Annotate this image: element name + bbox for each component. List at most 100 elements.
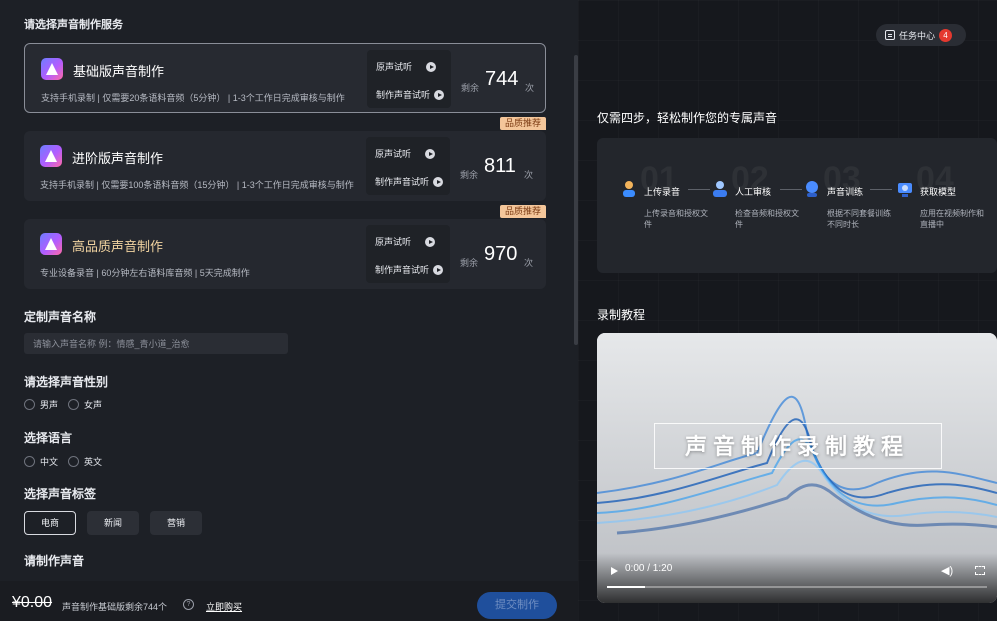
buy-now-link[interactable]: 立即购买	[206, 600, 242, 613]
submit-button[interactable]: 提交制作	[477, 592, 557, 619]
remain-unit: 次	[525, 83, 535, 93]
quality-badge: 品质推荐	[499, 117, 546, 130]
step-name: 获取模型	[920, 187, 957, 197]
original-listen-button[interactable]: 原声试听	[375, 147, 436, 160]
service-section-title: 请选择声音制作服务	[24, 19, 123, 31]
language-options: 中文 英文	[24, 455, 102, 468]
step-name: 上传录音	[644, 187, 681, 197]
remain-label: 剩余	[460, 170, 479, 180]
remain-unit: 次	[524, 258, 534, 268]
tag-section-title: 选择声音标签	[24, 487, 97, 501]
video-progress-track[interactable]	[607, 586, 987, 588]
tag-ecommerce-button[interactable]: 电商	[24, 511, 76, 535]
remain-label: 剩余	[461, 83, 480, 93]
play-icon	[433, 177, 444, 187]
original-listen-button[interactable]: 原声试听	[375, 235, 436, 248]
steps-heading: 仅需四步，轻松制作您的专属声音	[597, 111, 778, 125]
play-icon	[426, 62, 437, 72]
play-icon	[425, 149, 436, 159]
remain-unit: 次	[524, 170, 534, 180]
service-desc: 专业设备录音 | 60分钟左右语料库音频 | 5天完成制作	[40, 268, 250, 278]
video-progress-fill	[607, 586, 645, 588]
step-name: 人工审核	[735, 187, 772, 197]
service-title: 高品质声音制作	[72, 239, 164, 254]
video-controls	[597, 553, 997, 603]
sample-listen-label: 制作声音试听	[375, 177, 430, 187]
sample-listen-label: 制作声音试听	[376, 90, 431, 100]
model-icon	[898, 183, 912, 197]
voice-app-icon	[41, 58, 63, 80]
tutorial-heading: 录制教程	[597, 308, 646, 322]
task-count-badge: 4	[939, 28, 953, 42]
sample-listen-label: 制作声音试听	[375, 265, 430, 275]
voice-name-input[interactable]	[24, 333, 288, 354]
name-section-title: 定制声音名称	[24, 310, 97, 324]
task-list-icon	[885, 30, 895, 40]
original-listen-button[interactable]: 原声试听	[376, 60, 437, 73]
service-card-basic[interactable]: 基础版声音制作 支持手机录制 | 仅需要20条语料音频（5分钟） | 1-3个工…	[24, 43, 546, 113]
service-card-premium[interactable]: 品质推荐 高品质声音制作 专业设备录音 | 60分钟左右语料库音频 | 5天完成…	[24, 205, 546, 289]
price: ¥0.00	[12, 594, 53, 611]
make-section-title: 请制作声音	[24, 554, 85, 568]
play-icon	[433, 265, 444, 275]
language-english-label: 英文	[84, 457, 103, 467]
original-listen-label: 原声试听	[375, 237, 412, 247]
step-name: 声音训练	[827, 187, 864, 197]
steps-card	[597, 138, 997, 273]
scrollbar[interactable]	[574, 55, 578, 345]
radio-circle-icon	[68, 399, 80, 410]
step-desc: 上传录音和授权文件	[644, 209, 708, 229]
fullscreen-icon[interactable]	[975, 566, 985, 575]
gender-female-label: 女声	[84, 400, 103, 410]
original-listen-label: 原声试听	[376, 62, 413, 72]
step-connector	[870, 189, 892, 190]
gender-section-title: 请选择声音性别	[24, 375, 109, 389]
language-chinese-radio[interactable]: 中文	[24, 455, 58, 468]
gender-male-label: 男声	[40, 400, 59, 410]
step-desc: 根据不同套餐训练不同时长	[827, 209, 891, 229]
remain-label: 剩余	[460, 258, 479, 268]
sample-listen-button[interactable]: 制作声音试听	[375, 263, 444, 276]
service-actions: 原声试听 制作声音试听	[366, 137, 450, 195]
voice-app-icon	[40, 233, 62, 255]
quota-note: 声音制作基础版剩余744个	[62, 602, 168, 612]
sample-listen-button[interactable]: 制作声音试听	[375, 175, 444, 188]
language-section-title: 选择语言	[24, 431, 73, 445]
video-title: 声音制作录制教程	[684, 434, 909, 459]
original-listen-label: 原声试听	[375, 149, 412, 159]
play-icon	[434, 90, 445, 100]
voice-app-icon	[40, 145, 62, 167]
task-center-button[interactable]: 任务中心 4	[876, 24, 966, 46]
remain-count: 970	[484, 243, 518, 265]
step-desc: 检查音频和授权文件	[735, 209, 799, 229]
training-icon	[806, 181, 818, 197]
tag-news-button[interactable]: 新闻	[87, 511, 139, 535]
service-actions: 原声试听 制作声音试听	[366, 225, 450, 283]
video-time: 0:00 / 1:20	[625, 563, 673, 574]
gender-female-radio[interactable]: 女声	[68, 398, 102, 411]
service-desc: 支持手机录制 | 仅需要100条语料音频（15分钟） | 1-3个工作日完成审核…	[40, 180, 354, 190]
tutorial-video[interactable]: 声音制作录制教程 0:00 / 1:20 ◀)	[597, 333, 997, 603]
tag-marketing-button[interactable]: 营销	[150, 511, 202, 535]
volume-icon[interactable]: ◀)	[941, 564, 955, 577]
gender-male-radio[interactable]: 男声	[24, 398, 58, 411]
quality-badge: 品质推荐	[499, 205, 546, 218]
play-icon	[425, 237, 436, 247]
remain-count: 811	[484, 155, 516, 177]
review-person-icon	[713, 181, 727, 197]
play-icon[interactable]	[611, 567, 618, 575]
help-icon[interactable]: ?	[183, 599, 194, 610]
upload-person-icon	[623, 181, 635, 197]
step-connector	[688, 189, 710, 190]
sample-listen-button[interactable]: 制作声音试听	[376, 88, 445, 101]
radio-circle-icon	[68, 456, 80, 467]
service-card-advanced[interactable]: 品质推荐 进阶版声音制作 支持手机录制 | 仅需要100条语料音频（15分钟） …	[24, 117, 546, 201]
service-desc: 支持手机录制 | 仅需要20条语料音频（5分钟） | 1-3个工作日完成审核与制…	[41, 93, 345, 103]
task-center-label: 任务中心	[899, 30, 936, 41]
radio-circle-icon	[24, 456, 35, 467]
step-desc: 应用在视频制作和直播中	[920, 209, 984, 229]
service-title: 基础版声音制作	[73, 64, 165, 79]
service-actions: 原声试听 制作声音试听	[367, 50, 451, 108]
service-title: 进阶版声音制作	[72, 151, 164, 166]
language-english-radio[interactable]: 英文	[68, 455, 102, 468]
